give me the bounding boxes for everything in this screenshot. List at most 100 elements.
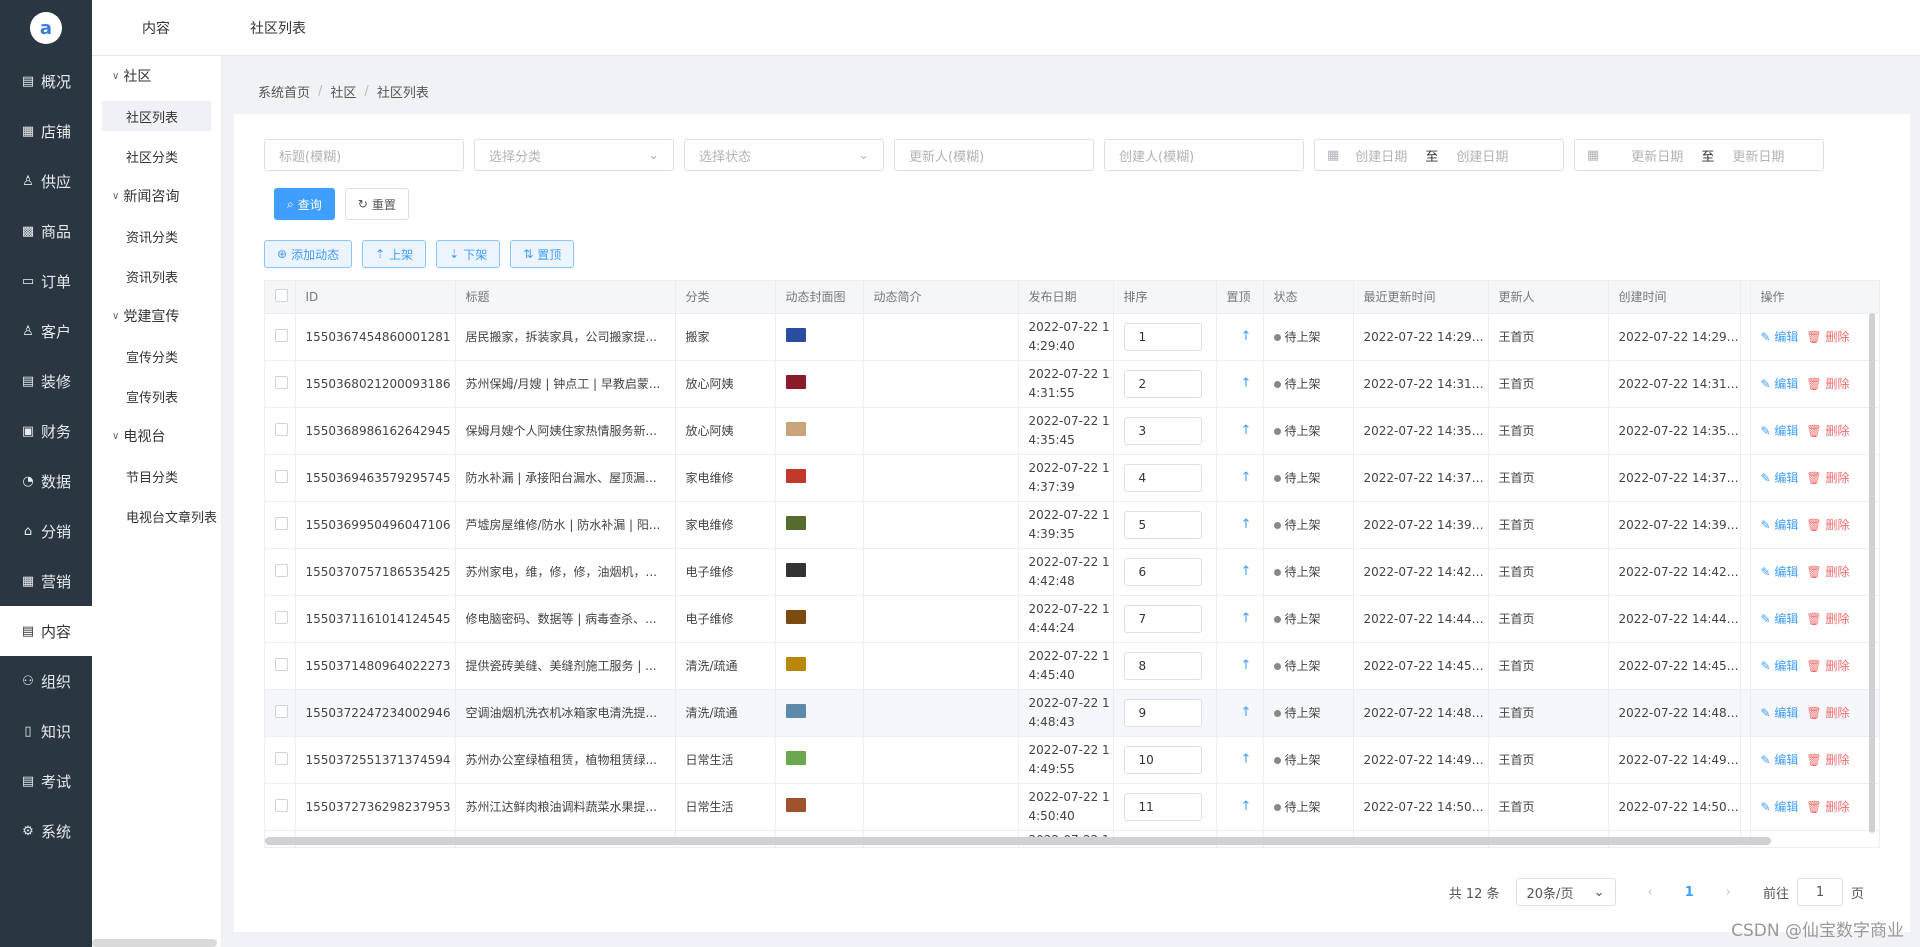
sort-input[interactable]: 9	[1123, 698, 1202, 727]
subnav-item-2-1[interactable]: 宣传列表	[92, 376, 221, 416]
title-filter-input[interactable]: 标题(模糊)	[264, 139, 464, 171]
cover-thumbnail[interactable]	[785, 563, 806, 577]
delete-button[interactable]: 🗑 删除	[1806, 800, 1849, 814]
row-checkbox[interactable]	[275, 657, 288, 671]
nav-item-8[interactable]: ◔ 数据	[0, 456, 92, 506]
prev-page-button[interactable]: ‹	[1648, 885, 1653, 900]
nav-item-1[interactable]: ▦ 店铺	[0, 106, 92, 156]
row-checkbox[interactable]	[275, 469, 288, 483]
edit-button[interactable]: ✎ 编辑	[1761, 706, 1799, 720]
pin-arrow-icon[interactable]: ↑	[1227, 611, 1252, 626]
sidebar-scrollbar[interactable]	[92, 939, 217, 947]
sort-input[interactable]: 4	[1123, 463, 1202, 492]
nav-item-15[interactable]: ⚙ 系统	[0, 806, 92, 856]
pin-arrow-icon[interactable]: ↑	[1227, 329, 1252, 344]
row-checkbox[interactable]	[275, 751, 288, 765]
subnav-item-0-0[interactable]: 社区列表	[102, 101, 211, 131]
reset-button[interactable]: ↻ 重置	[344, 188, 409, 220]
delete-button[interactable]: 🗑 删除	[1806, 753, 1849, 767]
table-row[interactable]: 1550367454860001281 居民搬家，拆装家具，公司搬家提... 搬家 2…	[265, 313, 1879, 361]
subnav-group-0[interactable]: ∨ 社区	[92, 56, 221, 96]
delete-button[interactable]: 🗑 删除	[1806, 424, 1849, 438]
subnav-item-3-1[interactable]: 电视台文章列表	[92, 496, 221, 536]
cover-thumbnail[interactable]	[785, 704, 806, 718]
query-button[interactable]: ⌕ 查询	[274, 188, 335, 220]
page-number[interactable]: 1	[1685, 885, 1694, 900]
sort-input[interactable]: 10	[1123, 745, 1202, 774]
table-row[interactable]: 1550371480964022273 提供瓷砖美缝、美缝剂施工服务 | ... 清…	[265, 642, 1879, 690]
nav-item-2[interactable]: ♙ 供应	[0, 156, 92, 206]
edit-button[interactable]: ✎ 编辑	[1761, 753, 1799, 767]
nav-item-10[interactable]: ▦ 营销	[0, 556, 92, 606]
status-select[interactable]: 选择状态 ⌄	[684, 139, 884, 171]
sort-input[interactable]: 1	[1123, 322, 1202, 351]
table-row[interactable]: 1550372551371374594 苏州办公室绿植租赁，植物租赁绿... 日常生…	[265, 736, 1879, 784]
pin-arrow-icon[interactable]: ↑	[1227, 705, 1252, 720]
delete-button[interactable]: 🗑 删除	[1806, 659, 1849, 673]
subnav-item-0-1[interactable]: 社区分类	[92, 136, 221, 176]
sort-input[interactable]: 3	[1123, 416, 1202, 445]
cover-thumbnail[interactable]	[785, 328, 806, 342]
table-row[interactable]: 1550371161014124545 修电脑密码、数据等 | 病毒查杀、... 电…	[265, 595, 1879, 643]
table-row[interactable]: 1550372247234002946 空调油烟机洗衣机冰箱家电清洗提... 清洗/…	[265, 689, 1879, 737]
breadcrumb-community[interactable]: 社区	[330, 82, 356, 101]
pin-arrow-icon[interactable]: ↑	[1227, 423, 1252, 438]
nav-item-3[interactable]: ▩ 商品	[0, 206, 92, 256]
edit-button[interactable]: ✎ 编辑	[1761, 800, 1799, 814]
table-row[interactable]: 1550369463579295745 防水补漏 | 承接阳台漏水、屋顶漏... 家…	[265, 454, 1879, 502]
cover-thumbnail[interactable]	[785, 375, 806, 389]
unpublish-button[interactable]: ⇣ 下架	[436, 240, 501, 268]
breadcrumb-home[interactable]: 系统首页	[258, 82, 310, 101]
pin-arrow-icon[interactable]: ↑	[1227, 752, 1252, 767]
goto-page-input[interactable]: 1	[1796, 878, 1843, 906]
cover-thumbnail[interactable]	[785, 610, 806, 624]
subnav-item-3-0[interactable]: 节目分类	[92, 456, 221, 496]
nav-item-0[interactable]: ▤ 概况	[0, 56, 92, 106]
nav-item-6[interactable]: ▤ 装修	[0, 356, 92, 406]
subnav-group-2[interactable]: ∨ 党建宣传	[92, 296, 221, 336]
edit-button[interactable]: ✎ 编辑	[1761, 330, 1799, 344]
creator-filter-input[interactable]: 创建人(模糊)	[1104, 139, 1304, 171]
pin-arrow-icon[interactable]: ↑	[1227, 470, 1252, 485]
add-post-button[interactable]: ⊕ 添加动态	[264, 240, 353, 268]
table-row[interactable]: 1550368021200093186 苏州保姆/月嫂 | 钟点工 | 早教启蒙.…	[265, 360, 1879, 408]
delete-button[interactable]: 🗑 删除	[1806, 565, 1849, 579]
edit-button[interactable]: ✎ 编辑	[1761, 612, 1799, 626]
delete-button[interactable]: 🗑 删除	[1806, 471, 1849, 485]
cover-thumbnail[interactable]	[785, 422, 806, 436]
delete-button[interactable]: 🗑 删除	[1806, 330, 1849, 344]
nav-item-7[interactable]: ▣ 财务	[0, 406, 92, 456]
select-all-checkbox[interactable]	[275, 288, 288, 302]
sort-input[interactable]: 8	[1123, 651, 1202, 680]
edit-button[interactable]: ✎ 编辑	[1761, 471, 1799, 485]
created-date-range[interactable]: ▦ 创建日期至创建日期	[1314, 139, 1564, 171]
edit-button[interactable]: ✎ 编辑	[1761, 377, 1799, 391]
pin-arrow-icon[interactable]: ↑	[1227, 376, 1252, 391]
pin-arrow-icon[interactable]: ↑	[1227, 517, 1252, 532]
table-row[interactable]: 1550368986162642945 保姆月嫂个人阿姨住家热情服务新... 放心阿…	[265, 407, 1879, 455]
publish-button[interactable]: ⇡ 上架	[362, 240, 427, 268]
pin-top-button[interactable]: ⇅ 置顶	[510, 240, 575, 268]
delete-button[interactable]: 🗑 删除	[1806, 706, 1849, 720]
pin-arrow-icon[interactable]: ↑	[1227, 658, 1252, 673]
category-select[interactable]: 选择分类 ⌄	[474, 139, 674, 171]
nav-item-14[interactable]: ▤ 考试	[0, 756, 92, 806]
cover-thumbnail[interactable]	[785, 469, 806, 483]
cover-thumbnail[interactable]	[785, 516, 806, 530]
row-checkbox[interactable]	[275, 328, 288, 342]
sort-input[interactable]: 5	[1123, 510, 1202, 539]
nav-item-11[interactable]: ▤ 内容	[0, 606, 92, 656]
subnav-item-1-0[interactable]: 资讯分类	[92, 216, 221, 256]
table-row[interactable]: 1550372736298237953 苏州江达鲜肉粮油调料蔬菜水果提... 日常生…	[265, 783, 1879, 831]
sort-input[interactable]: 7	[1123, 604, 1202, 633]
delete-button[interactable]: 🗑 删除	[1806, 377, 1849, 391]
row-checkbox[interactable]	[275, 375, 288, 389]
row-checkbox[interactable]	[275, 422, 288, 436]
subnav-group-3[interactable]: ∨ 电视台	[92, 416, 221, 456]
cover-thumbnail[interactable]	[785, 798, 806, 812]
subnav-group-1[interactable]: ∨ 新闻咨询	[92, 176, 221, 216]
row-checkbox[interactable]	[275, 563, 288, 577]
delete-button[interactable]: 🗑 删除	[1806, 518, 1849, 532]
app-logo[interactable]: a	[0, 0, 92, 56]
nav-item-12[interactable]: ⚇ 组织	[0, 656, 92, 706]
